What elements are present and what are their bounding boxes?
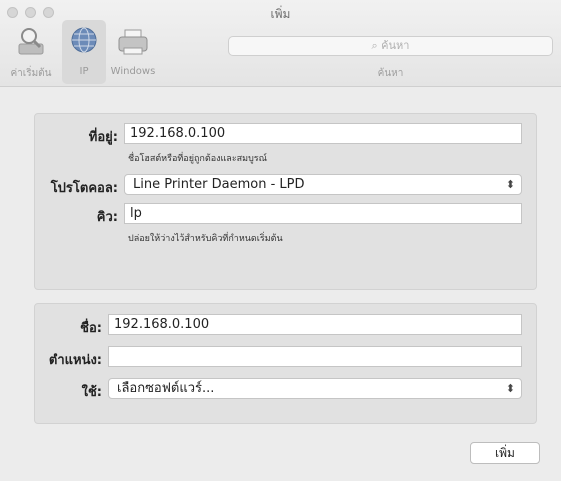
- address-hint: ชื่อโฮสต์หรือที่อยู่ถูกต้องและสมบูรณ์: [128, 154, 267, 164]
- driver-select[interactable]: เลือกซอฟต์แวร์... ⬍: [108, 378, 522, 399]
- location-label: ตำแหน่ง:: [48, 353, 102, 368]
- queue-label: คิว:: [96, 210, 118, 225]
- address-label: ที่อยู่:: [88, 130, 118, 145]
- search-placeholder: ค้นหา: [381, 39, 410, 52]
- toolbar-item-windows-label: Windows: [110, 66, 156, 77]
- use-label: ใช้:: [81, 385, 102, 400]
- toolbar: เพิ่ม ค่าเริ่มต้น IP Windows ⌕ ค้นหา ค้น…: [0, 0, 561, 87]
- driver-value: เลือกซอฟต์แวร์...: [117, 381, 215, 396]
- toolbar-item-default[interactable]: ค่าเริ่มต้น: [0, 24, 62, 81]
- search-label: ค้นหา: [377, 68, 404, 79]
- protocol-select[interactable]: Line Printer Daemon - LPD ⬍: [124, 174, 522, 195]
- protocol-label: โปรโตคอล:: [50, 181, 118, 196]
- toolbar-item-ip[interactable]: IP: [62, 20, 106, 84]
- select-arrows-icon: ⬍: [505, 178, 515, 191]
- name-field[interactable]: 192.168.0.100: [108, 314, 522, 335]
- windows-printer-icon: [115, 24, 151, 60]
- toolbar-item-windows[interactable]: Windows: [108, 24, 158, 77]
- search-icon: ⌕: [371, 39, 378, 52]
- add-button[interactable]: เพิ่ม: [470, 442, 540, 464]
- select-arrows-icon: ⬍: [505, 382, 515, 395]
- queue-hint: ปล่อยให้ว่างไว้สำหรับคิวที่กำหนดเริ่มต้น: [128, 234, 283, 244]
- search-input[interactable]: ⌕ ค้นหา: [228, 36, 553, 56]
- toolbar-item-default-label: ค่าเริ่มต้น: [10, 68, 52, 79]
- name-label: ชื่อ:: [80, 321, 102, 336]
- queue-field[interactable]: lp: [124, 203, 522, 224]
- ip-globe-icon: [66, 24, 102, 60]
- location-field[interactable]: [108, 346, 522, 367]
- toolbar-item-ip-label: IP: [79, 66, 89, 77]
- protocol-value: Line Printer Daemon - LPD: [133, 177, 305, 192]
- default-printer-icon: [13, 24, 49, 60]
- address-field[interactable]: 192.168.0.100: [124, 123, 522, 144]
